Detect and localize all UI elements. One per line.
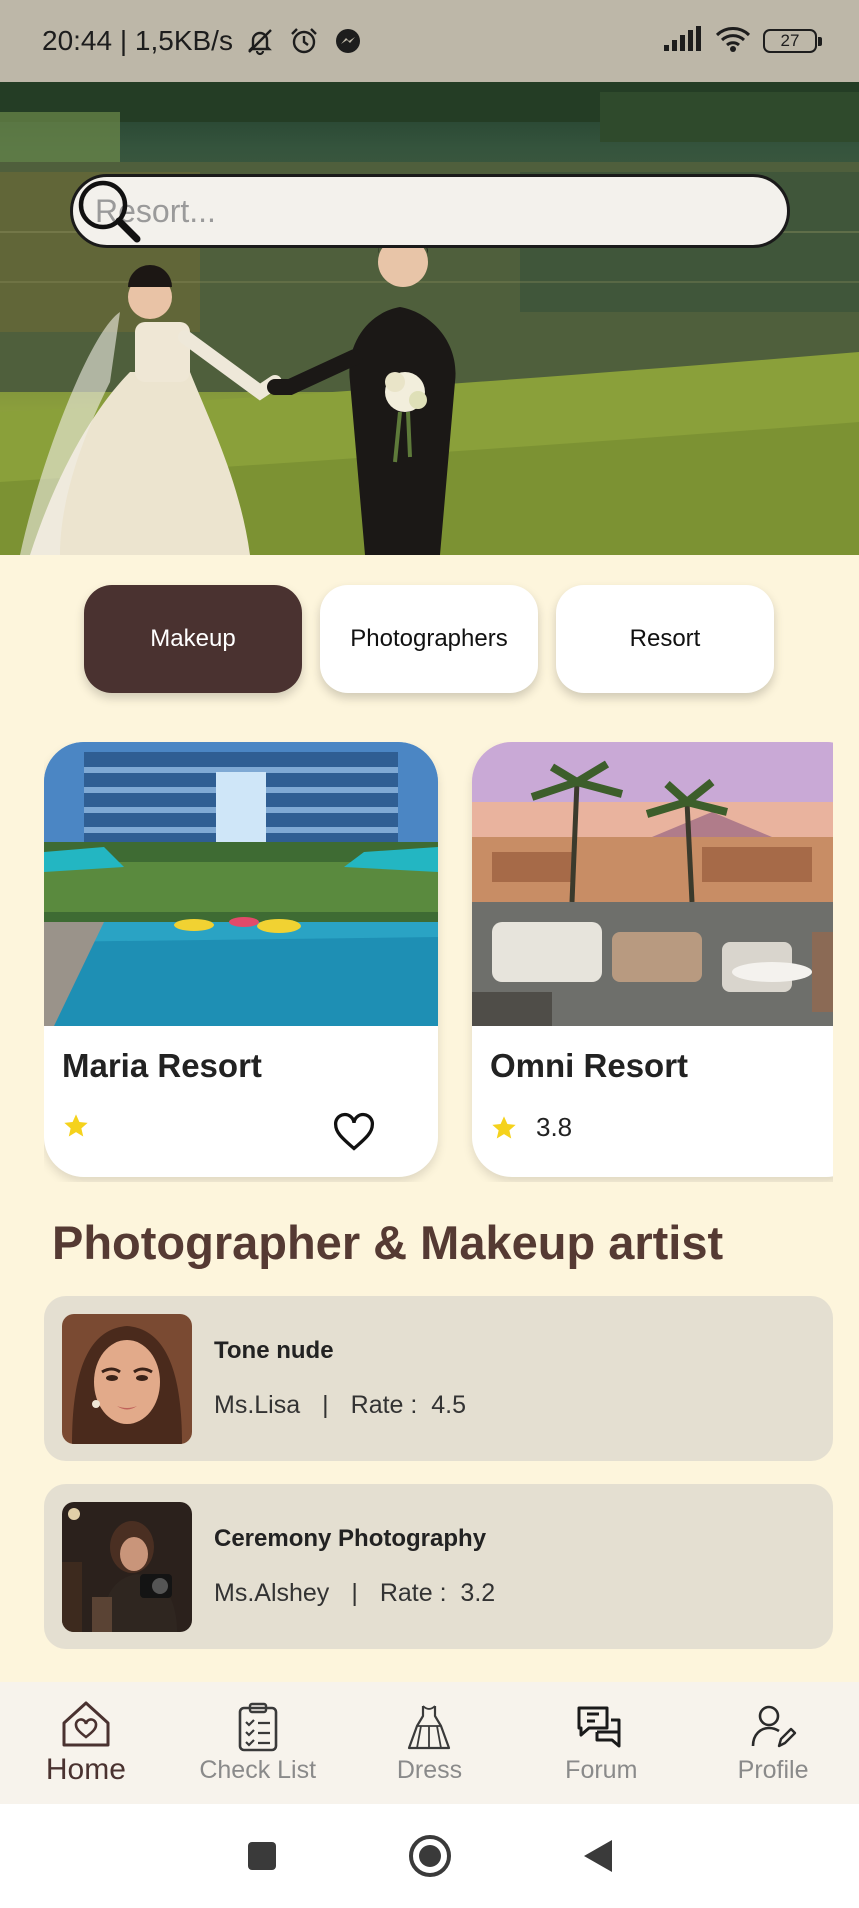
artist-avatar <box>62 1313 192 1444</box>
signal-icon <box>663 25 703 57</box>
nav-label: Home <box>45 1753 126 1786</box>
artist-info: Tone nude Ms.Lisa | Rate : 4.5 <box>214 1337 466 1420</box>
resort-card[interactable]: Omni Resort 3.8 <box>472 742 833 1177</box>
clipboard-checklist-icon <box>238 1702 277 1751</box>
rate-label-text: Rate : <box>350 1391 418 1419</box>
nav-label: Dress <box>396 1755 463 1784</box>
star-icon <box>64 1114 88 1137</box>
dress-icon <box>408 1704 451 1749</box>
meta-separator: | <box>322 1391 329 1419</box>
star-icon <box>492 1115 516 1138</box>
nav-check-list[interactable]: Check List <box>172 1682 344 1804</box>
tab-makeup[interactable]: Makeup <box>84 585 302 693</box>
home-button[interactable] <box>406 1832 454 1880</box>
tab-label: Resort <box>629 625 701 652</box>
status-right: 27 <box>663 25 822 58</box>
artist-meta: Ms.Lisa | Rate : 4.5 <box>214 1391 466 1420</box>
resort-terrace-image <box>472 742 833 1026</box>
artist-info: Ceremony Photography Ms.Alshey | Rate : … <box>214 1525 495 1608</box>
status-left: 20:44 | 1,5KB/s <box>42 24 365 58</box>
nav-home[interactable]: Home <box>0 1682 172 1804</box>
hero-banner <box>0 82 859 555</box>
rate-value: 4.5 <box>431 1391 467 1419</box>
resort-rating <box>62 1112 108 1140</box>
wedding-couple-image <box>0 82 859 555</box>
nav-label: Check List <box>199 1755 317 1784</box>
user-edit-icon <box>751 1705 797 1747</box>
home-heart-icon <box>62 1701 110 1747</box>
artist-list-item[interactable]: Tone nude Ms.Lisa | Rate : 4.5 <box>44 1296 833 1461</box>
battery-icon: 27 <box>763 29 822 53</box>
messenger-icon <box>331 24 365 58</box>
rate-label-text: Rate : <box>379 1579 447 1607</box>
square-icon <box>247 1842 276 1870</box>
back-button[interactable] <box>574 1832 622 1880</box>
bottom-navigation: Home Check List Dress Forum Profile <box>0 1682 859 1804</box>
search-button[interactable] <box>78 178 769 244</box>
nav-profile[interactable]: Profile <box>687 1682 859 1804</box>
nav-forum[interactable]: Forum <box>515 1682 687 1804</box>
system-navigation-bar <box>0 1804 859 1908</box>
search-input[interactable] <box>95 192 695 230</box>
resort-track: Maria Resort Omni Resort 3.8 <box>44 742 833 1177</box>
nav-label: Forum <box>565 1755 638 1784</box>
status-time: 20:44 | 1,5KB/s <box>42 25 233 56</box>
artist-avatar <box>62 1501 192 1632</box>
resort-name: Omni Resort <box>490 1047 689 1084</box>
artist-list-item[interactable]: Ceremony Photography Ms.Alshey | Rate : … <box>44 1484 833 1649</box>
artist-service: Ceremony Photography <box>214 1525 487 1552</box>
rate-value: 3.2 <box>460 1579 496 1607</box>
photographer-portrait-image <box>62 1501 192 1632</box>
resort-card[interactable]: Maria Resort <box>44 742 438 1177</box>
rate-label: Rate : 3.2 <box>380 1579 495 1608</box>
tab-label: Makeup <box>150 625 236 652</box>
artist-meta: Ms.Alshey | Rate : 3.2 <box>214 1579 495 1608</box>
rate-label: Rate : 4.5 <box>351 1391 466 1420</box>
artist-service: Tone nude <box>214 1337 334 1364</box>
search-icon <box>78 180 141 243</box>
tab-label: Photographers <box>350 625 508 652</box>
rating-value: 3.8 <box>536 1112 573 1142</box>
makeup-portrait-image <box>62 1313 192 1444</box>
back-triangle-icon <box>583 1840 612 1872</box>
circle-home-icon <box>408 1835 451 1877</box>
resort-name: Maria Resort <box>62 1047 262 1084</box>
chat-bubbles-icon <box>577 1706 621 1747</box>
resort-pool-image <box>44 742 438 1026</box>
nav-dress[interactable]: Dress <box>344 1682 516 1804</box>
category-tabs: Makeup Photographers Resort <box>84 585 774 693</box>
bell-off-icon <box>243 24 277 58</box>
recent-apps-button[interactable] <box>238 1832 286 1880</box>
section-title: Photographer & Makeup artist <box>52 1216 724 1269</box>
artist-name: Ms.Alshey <box>214 1579 330 1607</box>
alarm-icon <box>287 24 321 58</box>
tab-photographers[interactable]: Photographers <box>320 585 538 693</box>
nav-label: Profile <box>737 1755 809 1784</box>
battery-level: 27 <box>780 31 800 50</box>
wifi-icon <box>715 25 751 58</box>
search-bar <box>70 174 790 248</box>
resort-rating: 3.8 <box>490 1112 572 1143</box>
favorite-heart-icon[interactable] <box>332 1110 376 1154</box>
artist-name: Ms.Lisa <box>214 1391 301 1419</box>
tab-resort[interactable]: Resort <box>556 585 774 693</box>
resort-carousel[interactable]: Maria Resort Omni Resort 3.8 <box>44 742 833 1182</box>
meta-separator: | <box>351 1579 358 1607</box>
status-bar: 20:44 | 1,5KB/s 27 <box>0 0 859 82</box>
